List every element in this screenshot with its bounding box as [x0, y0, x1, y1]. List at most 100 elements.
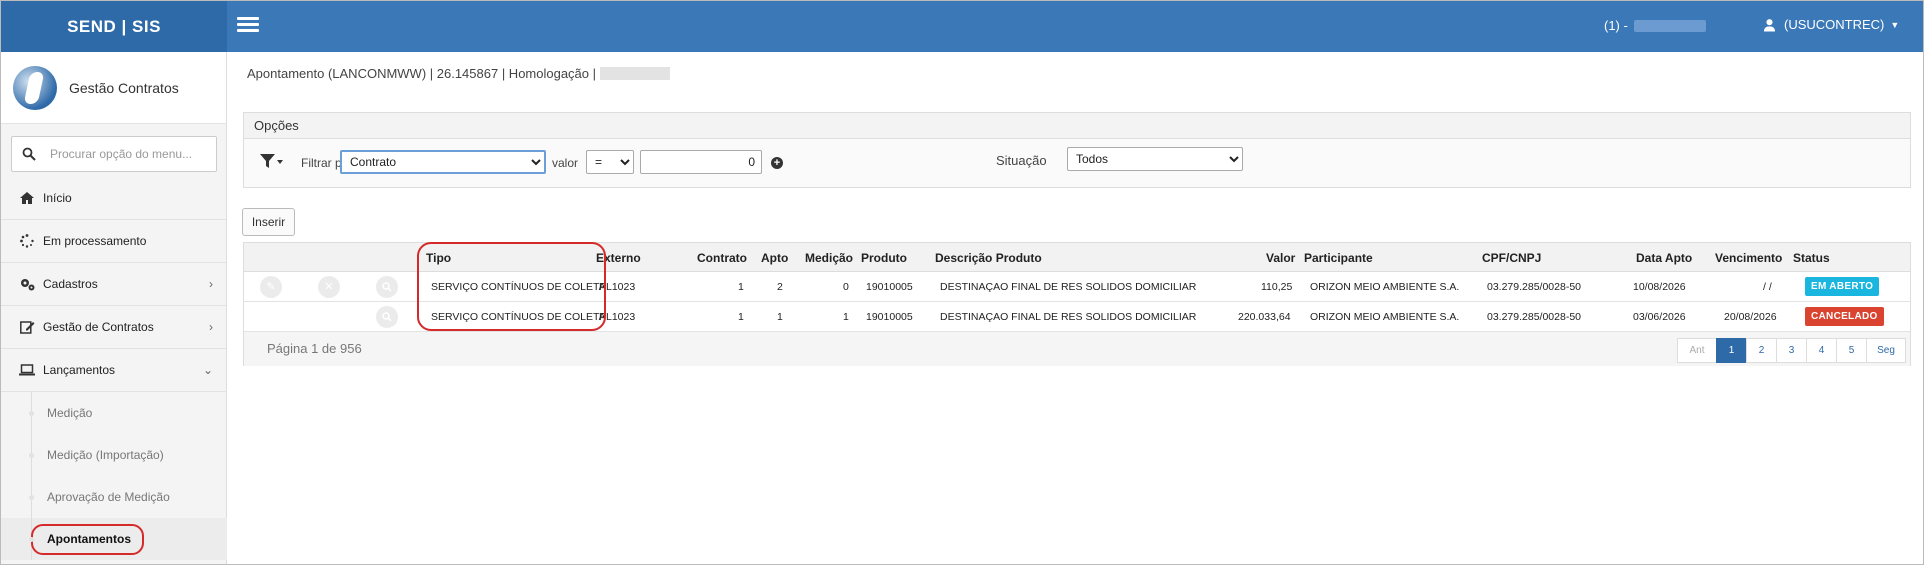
- breadcrumb-text: Apontamento (LANCONMWW) | 26.145867 | Ho…: [247, 66, 597, 81]
- pagination-page-1[interactable]: 1: [1716, 338, 1747, 363]
- sidebar: Gestão Contratos Início Em processamento…: [1, 52, 227, 564]
- sidebar-item-label: Cadastros: [43, 277, 98, 291]
- menu-toggle-icon[interactable]: [237, 17, 259, 33]
- results-table: Tipo Externo Contrato Apto Medição Produ…: [243, 242, 1911, 366]
- cell-valor: 220.033,64: [1238, 311, 1291, 323]
- situation-label: Situação: [996, 153, 1047, 168]
- cell-contrato: 1: [738, 281, 744, 293]
- cell-produto: 19010005: [866, 311, 913, 323]
- column-header-cpf-cnpj[interactable]: CPF/CNPJ: [1482, 251, 1541, 265]
- home-icon: [19, 191, 35, 205]
- filter-funnel-icon[interactable]: [260, 154, 284, 170]
- environment-label: (1) -: [1604, 18, 1628, 33]
- pagination-next[interactable]: Seg: [1866, 338, 1906, 363]
- situation-select[interactable]: Todos: [1067, 147, 1243, 171]
- column-header-descricao[interactable]: Descrição Produto: [935, 251, 1042, 265]
- column-header-medicao[interactable]: Medição: [805, 251, 853, 265]
- sidebar-subitem-medicao[interactable]: Medição: [1, 392, 227, 434]
- top-bar: SEND | SIS (1) - (USUCONTREC) ▼: [1, 1, 1923, 52]
- user-menu[interactable]: (USUCONTREC) ▼: [1763, 17, 1899, 32]
- column-header-externo[interactable]: Externo: [596, 251, 641, 265]
- cell-apto: 1: [777, 311, 783, 323]
- pagination-page-3[interactable]: 3: [1776, 338, 1807, 363]
- sidebar-item-label: Lançamentos: [43, 363, 116, 377]
- cell-tipo: SERVIÇO CONTÍNUOS DE COLETA: [431, 281, 606, 293]
- cell-cpf-cnpj: 03.279.285/0028-50: [1487, 281, 1582, 293]
- edit-icon[interactable]: ✎: [260, 276, 282, 298]
- column-header-valor[interactable]: Valor: [1266, 251, 1295, 265]
- spinner-icon: [19, 234, 35, 248]
- cell-vencimento: / /: [1763, 281, 1772, 293]
- chevron-down-icon: ⌄: [202, 363, 213, 377]
- user-name: (USUCONTREC): [1784, 17, 1885, 32]
- pagination-page-2[interactable]: 2: [1746, 338, 1777, 363]
- main-content: Apontamento (LANCONMWW) | 26.145867 | Ho…: [228, 52, 1923, 564]
- user-icon: [1763, 18, 1776, 31]
- table-row[interactable]: SERVIÇO CONTÍNUOS DE COLETA PL1023 1 1 1…: [244, 302, 1910, 332]
- column-header-contrato[interactable]: Contrato: [697, 251, 747, 265]
- sidebar-item-inicio[interactable]: Início: [1, 177, 227, 220]
- brand-logo: SEND | SIS: [1, 1, 227, 52]
- delete-icon[interactable]: ✕: [318, 276, 340, 298]
- sidebar-item-label: Em processamento: [43, 234, 147, 248]
- pagination-page-4[interactable]: 4: [1806, 338, 1837, 363]
- sidebar-item-label: Início: [43, 191, 72, 205]
- cell-data-apto: 03/06/2026: [1633, 311, 1686, 323]
- table-header: Tipo Externo Contrato Apto Medição Produ…: [244, 243, 1910, 272]
- sidebar-subitem-label: Medição: [47, 406, 93, 420]
- column-header-apto[interactable]: Apto: [761, 251, 788, 265]
- cell-externo: PL1023: [599, 281, 636, 293]
- view-icon[interactable]: [376, 306, 398, 328]
- chevron-right-icon: ›: [209, 320, 213, 334]
- column-header-status[interactable]: Status: [1793, 251, 1830, 265]
- breadcrumb-redacted: [600, 67, 671, 80]
- sidebar-item-em-processamento[interactable]: Em processamento: [1, 220, 227, 263]
- column-header-data-apto[interactable]: Data Apto: [1636, 251, 1692, 265]
- column-header-vencimento[interactable]: Vencimento: [1715, 251, 1782, 265]
- options-title: Opções: [244, 113, 1910, 139]
- environment-indicator: (1) -: [1604, 18, 1706, 33]
- filter-row: Filtrar por Contrato valor = + Situação …: [244, 147, 1910, 177]
- sidebar-item-lancamentos[interactable]: Lançamentos ⌄: [1, 349, 227, 392]
- cell-medicao: 0: [843, 281, 849, 293]
- status-badge: EM ABERTO: [1805, 277, 1880, 296]
- insert-button[interactable]: Inserir: [242, 208, 295, 236]
- edit-icon: [19, 320, 35, 334]
- filter-field-select[interactable]: Contrato: [340, 150, 546, 174]
- operator-select[interactable]: =: [586, 150, 634, 174]
- pagination-prev[interactable]: Ant: [1677, 338, 1717, 363]
- chevron-right-icon: ›: [209, 277, 213, 291]
- status-badge: CANCELADO: [1805, 307, 1884, 326]
- value-label: valor: [552, 156, 579, 170]
- sidebar-menu: Início Em processamento Cadastros › Gest…: [1, 177, 227, 560]
- app-window: SEND | SIS (1) - (USUCONTREC) ▼ Gestão C…: [0, 0, 1924, 565]
- cell-produto: 19010005: [866, 281, 913, 293]
- column-header-produto[interactable]: Produto: [861, 251, 907, 265]
- column-header-participante[interactable]: Participante: [1304, 251, 1373, 265]
- view-icon[interactable]: [376, 276, 398, 298]
- cell-descricao: DESTINAÇAO FINAL DE RES SOLIDOS DOMICILI…: [940, 311, 1197, 323]
- add-filter-icon[interactable]: +: [771, 157, 783, 169]
- table-row[interactable]: ✎ ✕ SERVIÇO CONTÍNUOS DE COLETA PL1023 1…: [244, 272, 1910, 302]
- sidebar-subitem-medicao-importacao[interactable]: Medição (Importação): [1, 434, 227, 476]
- sidebar-subitem-apontamentos[interactable]: Apontamentos: [1, 518, 227, 560]
- sidebar-item-cadastros[interactable]: Cadastros ›: [1, 263, 227, 306]
- cell-data-apto: 10/08/2026: [1633, 281, 1686, 293]
- menu-search: [11, 136, 217, 172]
- app-title: Gestão Contratos: [69, 79, 179, 96]
- laptop-icon: [19, 363, 35, 377]
- table-footer: Página 1 de 956 Ant 1 2 3 4 5 Seg: [244, 332, 1910, 366]
- pagination-page-5[interactable]: 5: [1836, 338, 1867, 363]
- sidebar-item-label: Gestão de Contratos: [43, 320, 154, 334]
- filter-value-input[interactable]: [640, 150, 762, 174]
- sidebar-header: Gestão Contratos: [1, 52, 226, 124]
- menu-search-input[interactable]: [11, 136, 217, 172]
- sidebar-subitem-aprovacao-medicao[interactable]: Aprovação de Medição: [1, 476, 227, 518]
- page-info: Página 1 de 956: [267, 341, 362, 356]
- pagination: Ant 1 2 3 4 5 Seg: [1677, 338, 1906, 363]
- sidebar-item-gestao-contratos[interactable]: Gestão de Contratos ›: [1, 306, 227, 349]
- column-header-tipo[interactable]: Tipo: [426, 251, 451, 265]
- cell-valor: 110,25: [1261, 281, 1293, 293]
- cell-descricao: DESTINAÇAO FINAL DE RES SOLIDOS DOMICILI…: [940, 281, 1197, 293]
- cell-tipo: SERVIÇO CONTÍNUOS DE COLETA: [431, 311, 606, 323]
